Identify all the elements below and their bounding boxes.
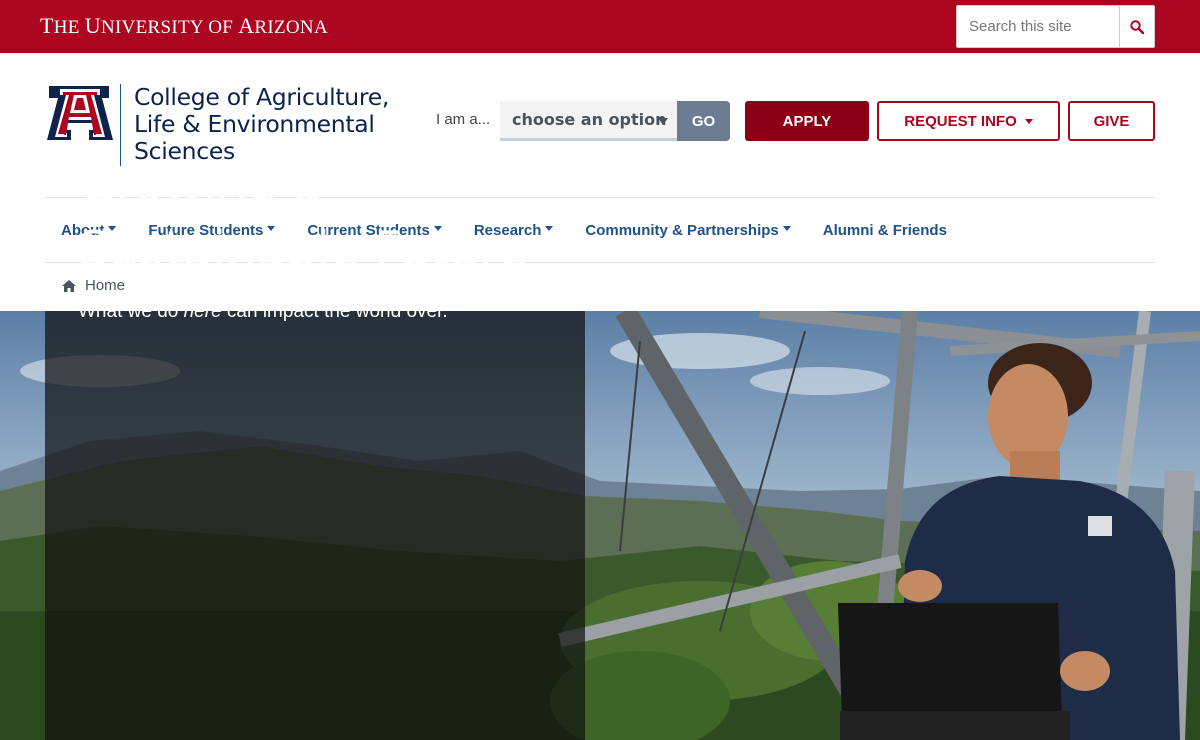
- college-name-line: Life & Environmental: [134, 110, 375, 138]
- arizona-a-logo[interactable]: [47, 86, 113, 140]
- hero-title: Growing a Sustainable Future: [78, 152, 528, 282]
- wordmark-letter: T: [40, 13, 54, 38]
- hero-title-line: Growing a: [78, 156, 322, 213]
- hero-subtitle: What we do here can impact the world ove…: [78, 301, 448, 323]
- wordmark-letter: A: [238, 13, 255, 38]
- give-button[interactable]: GIVE: [1068, 101, 1155, 141]
- nav-item-alumni-friends[interactable]: Alumni & Friends: [807, 222, 963, 239]
- chevron-down-icon: [782, 226, 791, 232]
- request-info-label: REQUEST INFO: [904, 112, 1017, 130]
- hero-title-line: Sustainable Future: [78, 221, 528, 278]
- hero-subtitle-text: What we do: [78, 301, 184, 322]
- top-bar: The University of Arizona: [0, 0, 1200, 53]
- apply-button[interactable]: APPLY: [745, 101, 869, 141]
- site-search: [956, 5, 1155, 48]
- chevron-down-icon: [545, 226, 554, 232]
- wordmark-text: he: [53, 17, 85, 38]
- home-icon: [62, 279, 76, 292]
- university-wordmark[interactable]: The University of Arizona: [40, 13, 328, 39]
- nav-item-label: Community & Partnerships: [585, 221, 779, 239]
- audience-select-value: choose an option: [512, 110, 667, 129]
- chevron-down-icon: [658, 118, 668, 125]
- hero-banner: [0, 311, 1200, 740]
- audience-select[interactable]: choose an option: [500, 101, 678, 141]
- chevron-down-icon: [1024, 118, 1033, 124]
- hero-subtitle-text: can impact the world over.: [221, 301, 448, 322]
- wordmark-text: niversity of: [100, 17, 239, 38]
- nav-item-community-partnerships[interactable]: Community & Partnerships: [569, 222, 806, 239]
- search-button[interactable]: [1119, 6, 1154, 47]
- go-button[interactable]: GO: [677, 101, 730, 141]
- wordmark-text: rizona: [254, 17, 328, 38]
- nav-item-label: Alumni & Friends: [822, 221, 947, 239]
- hero-subtitle-emphasis: here: [183, 301, 222, 322]
- wordmark-letter: U: [84, 13, 101, 38]
- search-input[interactable]: [957, 6, 1119, 47]
- request-info-button[interactable]: REQUEST INFO: [877, 101, 1060, 141]
- hero-text-panel: [45, 311, 585, 740]
- college-name-line: College of Agriculture,: [134, 83, 390, 111]
- iama-label: I am a...: [436, 111, 491, 128]
- search-icon: [1130, 19, 1144, 34]
